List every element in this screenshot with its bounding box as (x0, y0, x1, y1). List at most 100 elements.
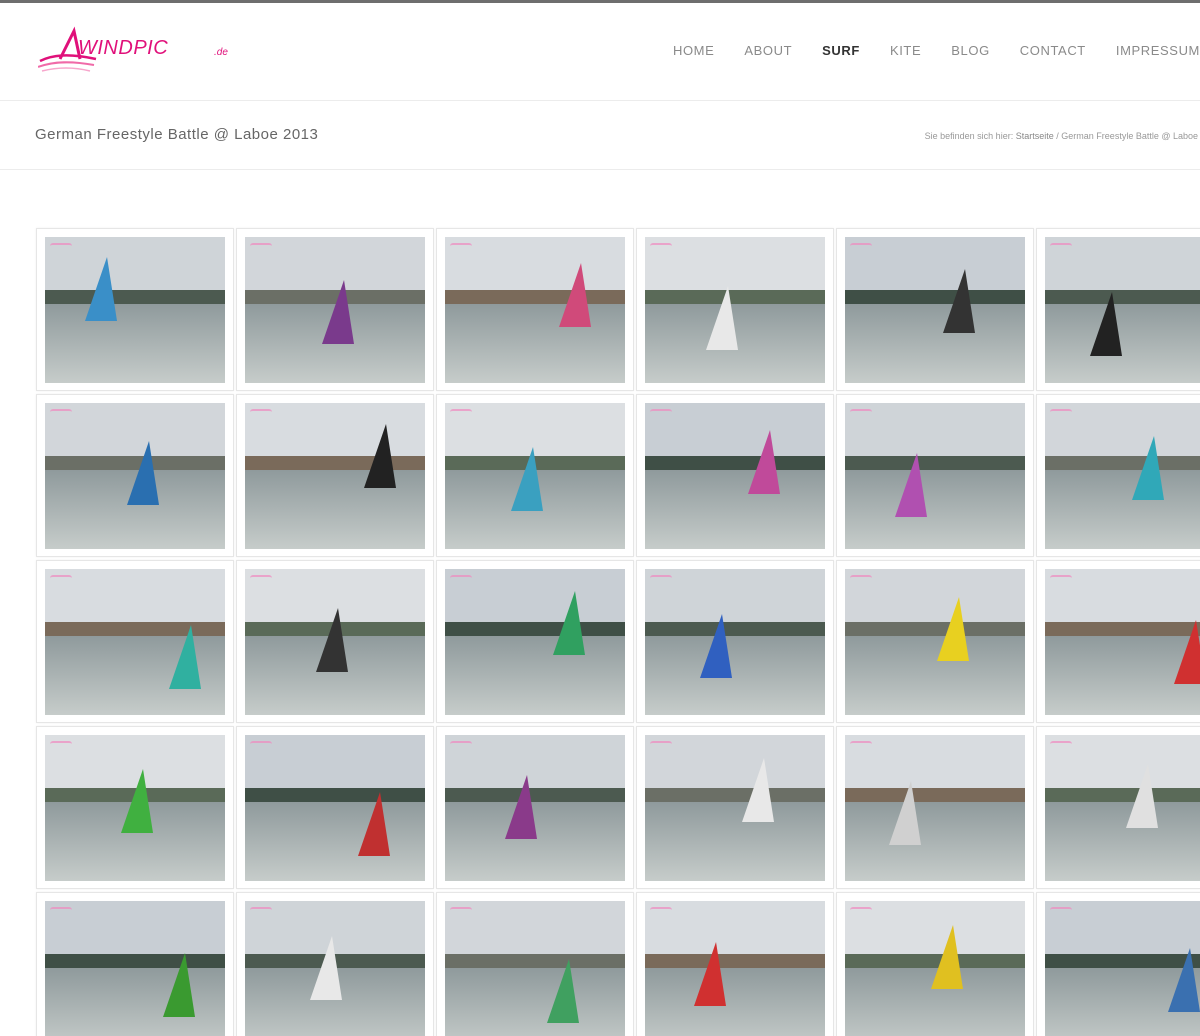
gallery-thumbnail[interactable] (836, 726, 1034, 889)
sail-shape (1168, 948, 1200, 1012)
thumbnail-photo (445, 569, 625, 715)
gallery-thumbnail[interactable] (436, 394, 634, 557)
page-title: German Freestyle Battle @ Laboe 2013 (35, 126, 319, 143)
gallery-thumbnail[interactable] (636, 228, 834, 391)
gallery-thumbnail[interactable] (36, 726, 234, 889)
sail-shape (742, 758, 774, 822)
nav-surf[interactable]: SURF (822, 43, 860, 63)
gallery-thumbnail[interactable] (236, 726, 434, 889)
sail-shape (1174, 620, 1200, 684)
watermark-icon (450, 907, 472, 913)
watermark-icon (1050, 741, 1072, 747)
breadcrumb-current: German Freestyle Battle @ Laboe (1061, 131, 1198, 141)
sail-shape (748, 430, 780, 494)
sail-shape (1090, 292, 1122, 356)
sail-shape (85, 257, 117, 321)
nav-contact[interactable]: CONTACT (1020, 43, 1086, 63)
gallery-thumbnail[interactable] (1036, 726, 1200, 889)
watermark-icon (50, 575, 72, 581)
gallery-thumbnail[interactable] (236, 228, 434, 391)
sail-shape (895, 453, 927, 517)
watermark-icon (50, 409, 72, 415)
watermark-icon (450, 575, 472, 581)
gallery-thumbnail[interactable] (436, 892, 634, 1036)
nav-kite[interactable]: KITE (890, 43, 921, 63)
thumbnail-photo (245, 569, 425, 715)
thumbnail-photo (445, 901, 625, 1036)
gallery-thumbnail[interactable] (636, 394, 834, 557)
thumbnail-photo (845, 237, 1025, 383)
sail-shape (694, 942, 726, 1006)
thumbnail-photo (445, 237, 625, 383)
thumbnail-photo (645, 901, 825, 1036)
sail-shape (121, 769, 153, 833)
sail-shape (559, 263, 591, 327)
thumbnail-photo (45, 901, 225, 1036)
sail-shape (316, 608, 348, 672)
gallery-thumbnail[interactable] (836, 560, 1034, 723)
site-header: WINDPIC .de HOME ABOUT SURF KITE BLOG CO… (0, 3, 1200, 101)
gallery-thumbnail[interactable] (1036, 892, 1200, 1036)
breadcrumb-home-link[interactable]: Startseite (1016, 131, 1054, 141)
nav-home[interactable]: HOME (673, 43, 714, 63)
nav-impressum[interactable]: IMPRESSUM (1116, 43, 1200, 63)
gallery-thumbnail[interactable] (1036, 560, 1200, 723)
gallery-thumbnail[interactable] (36, 228, 234, 391)
gallery-thumbnail[interactable] (1036, 394, 1200, 557)
title-bar: German Freestyle Battle @ Laboe 2013 Sie… (0, 102, 1200, 170)
sail-shape (547, 959, 579, 1023)
gallery-thumbnail[interactable] (1036, 228, 1200, 391)
watermark-icon (1050, 907, 1072, 913)
watermark-icon (250, 741, 272, 747)
watermark-icon (450, 741, 472, 747)
watermark-icon (450, 243, 472, 249)
sail-shape (511, 447, 543, 511)
thumbnail-photo (445, 403, 625, 549)
sail-shape (700, 614, 732, 678)
windpic-logo[interactable]: WINDPIC .de (38, 25, 238, 75)
gallery-thumbnail[interactable] (236, 560, 434, 723)
gallery-thumbnail[interactable] (636, 892, 834, 1036)
sail-shape (706, 286, 738, 350)
watermark-icon (1050, 575, 1072, 581)
sail-shape (505, 775, 537, 839)
thumbnail-photo (645, 403, 825, 549)
gallery-thumbnail[interactable] (236, 394, 434, 557)
logo-tld: .de (214, 47, 228, 58)
gallery-thumbnail[interactable] (236, 892, 434, 1036)
sail-shape (1132, 436, 1164, 500)
watermark-icon (450, 409, 472, 415)
watermark-icon (650, 409, 672, 415)
watermark-icon (1050, 409, 1072, 415)
watermark-icon (650, 575, 672, 581)
gallery-thumbnail[interactable] (836, 892, 1034, 1036)
logo-text: WINDPIC (78, 37, 169, 59)
sail-shape (931, 925, 963, 989)
watermark-icon (850, 575, 872, 581)
nav-about[interactable]: ABOUT (744, 43, 792, 63)
sail-shape (310, 936, 342, 1000)
thumbnail-photo (1045, 569, 1200, 715)
sail-shape (889, 781, 921, 845)
thumbnail-photo (1045, 901, 1200, 1036)
watermark-icon (250, 575, 272, 581)
breadcrumb-separator: / (1056, 131, 1059, 141)
gallery-thumbnail[interactable] (436, 726, 634, 889)
gallery-thumbnail[interactable] (836, 394, 1034, 557)
thumbnail-photo (1045, 237, 1200, 383)
thumbnail-photo (845, 403, 1025, 549)
watermark-icon (650, 907, 672, 913)
gallery-thumbnail[interactable] (36, 560, 234, 723)
thumbnail-photo (1045, 403, 1200, 549)
gallery-thumbnail[interactable] (636, 560, 834, 723)
gallery-thumbnail[interactable] (636, 726, 834, 889)
sail-shape (358, 792, 390, 856)
gallery-thumbnail[interactable] (436, 228, 634, 391)
nav-blog[interactable]: BLOG (951, 43, 990, 63)
gallery-thumbnail[interactable] (436, 560, 634, 723)
watermark-icon (50, 243, 72, 249)
gallery-thumbnail[interactable] (36, 394, 234, 557)
gallery-thumbnail[interactable] (36, 892, 234, 1036)
watermark-icon (850, 741, 872, 747)
gallery-thumbnail[interactable] (836, 228, 1034, 391)
